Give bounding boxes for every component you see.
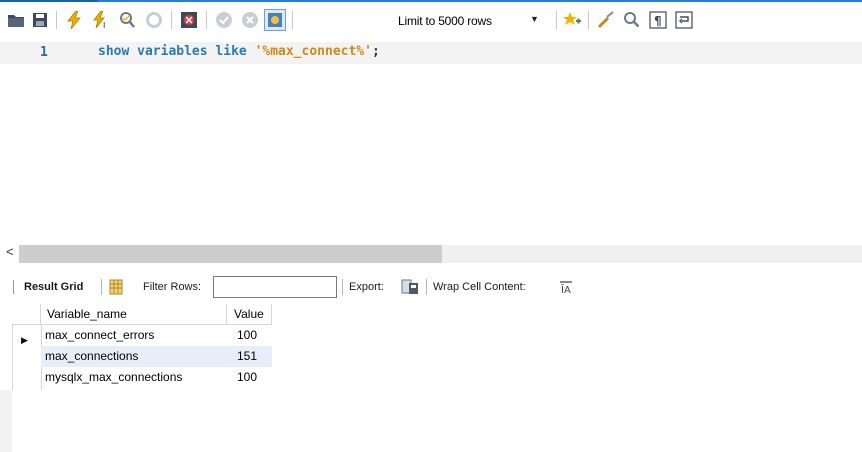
execute-current-icon[interactable]: I [91,10,111,30]
sql-editor-toolbar: I Limit to 5000 rows ▼ ¶ [0,2,862,36]
open-folder-icon[interactable] [6,10,26,30]
result-grid: Variable_name Value max_connect_errors 1… [12,304,272,388]
chevron-left-icon[interactable]: < [6,244,14,259]
column-header-value[interactable]: Value [227,304,272,325]
cell-variable-name[interactable]: max_connections [41,346,227,367]
explain-icon[interactable] [117,10,137,30]
toolbar-separator [556,11,557,29]
cell-variable-name[interactable]: mysqlx_max_connections [41,367,227,388]
svg-text:¶: ¶ [654,14,662,28]
save-icon[interactable] [30,10,50,30]
rollback-icon[interactable] [240,10,260,30]
toolbar-separator [292,11,293,29]
column-header-variable-name[interactable]: Variable_name [41,304,227,325]
cell-value[interactable]: 151 [227,346,272,367]
toolbar-separator [588,11,589,29]
toolbar-separator [101,279,102,295]
table-row[interactable]: max_connections 151 [12,346,272,367]
stop-icon[interactable] [144,10,164,30]
keyword-like: like [215,44,247,59]
table-row[interactable]: max_connect_errors 100 [12,325,272,346]
beautify-icon[interactable] [596,10,616,30]
wrap-cell-icon[interactable]: ĪA [556,277,576,297]
keyword-show: show [98,44,130,59]
sql-workbench-window: I Limit to 5000 rows ▼ ¶ 1 show variable… [0,0,862,452]
toolbar-edge [13,280,14,294]
toolbar-separator [342,279,343,295]
svg-text:ĪA: ĪA [561,283,571,295]
sql-code-line[interactable]: show variables like '%max_connect%'; [98,44,380,59]
string-literal: '%max_connect%' [254,44,372,59]
panel-left-edge [0,390,12,452]
execute-icon[interactable] [64,10,84,30]
find-icon[interactable] [622,10,642,30]
line-number: 1 [40,45,48,60]
limit-rows-select[interactable]: Limit to 5000 rows ▼ [398,11,552,31]
toggle-error-icon[interactable] [179,10,199,30]
cell-value[interactable]: 100 [227,325,272,346]
keyword-variables: variables [137,44,208,59]
scrollbar-thumb[interactable] [19,245,442,263]
toolbar-separator [171,11,172,29]
bookmark-icon[interactable] [562,10,582,30]
commit-icon[interactable] [214,10,234,30]
result-grid-tab[interactable]: Result Grid [24,281,83,293]
statement-terminator: ; [371,44,380,59]
cell-variable-name[interactable]: max_connect_errors [41,325,227,346]
table-row[interactable]: mysqlx_max_connections 100 [12,367,272,388]
filter-rows-input[interactable] [213,276,337,298]
sql-editor[interactable]: 1 show variables like '%max_connect%'; [0,36,862,242]
limit-rows-label: Limit to 5000 rows [398,14,492,28]
toolbar-separator [56,11,57,29]
grid-view-icon[interactable] [106,277,126,297]
scrollbar-track[interactable] [442,245,862,263]
svg-text:I: I [103,21,105,29]
horizontal-scrollbar[interactable]: < [0,242,862,264]
wrap-cell-content-label: Wrap Cell Content: [433,281,526,293]
export-icon[interactable] [400,277,420,297]
grid-header-row: Variable_name Value [12,304,272,325]
cell-value[interactable]: 100 [227,367,272,388]
autocommit-icon[interactable] [264,9,286,31]
wrap-icon[interactable] [674,10,694,30]
filter-rows-label: Filter Rows: [143,281,202,293]
result-toolbar: Result Grid Filter Rows: Export: Wrap Ce… [0,273,862,301]
chevron-down-icon: ▼ [530,14,539,24]
grid-corner [12,304,41,325]
export-label: Export: [349,281,384,293]
toolbar-separator [426,279,427,295]
invisible-chars-icon[interactable]: ¶ [648,10,668,30]
toolbar-separator [206,11,207,29]
